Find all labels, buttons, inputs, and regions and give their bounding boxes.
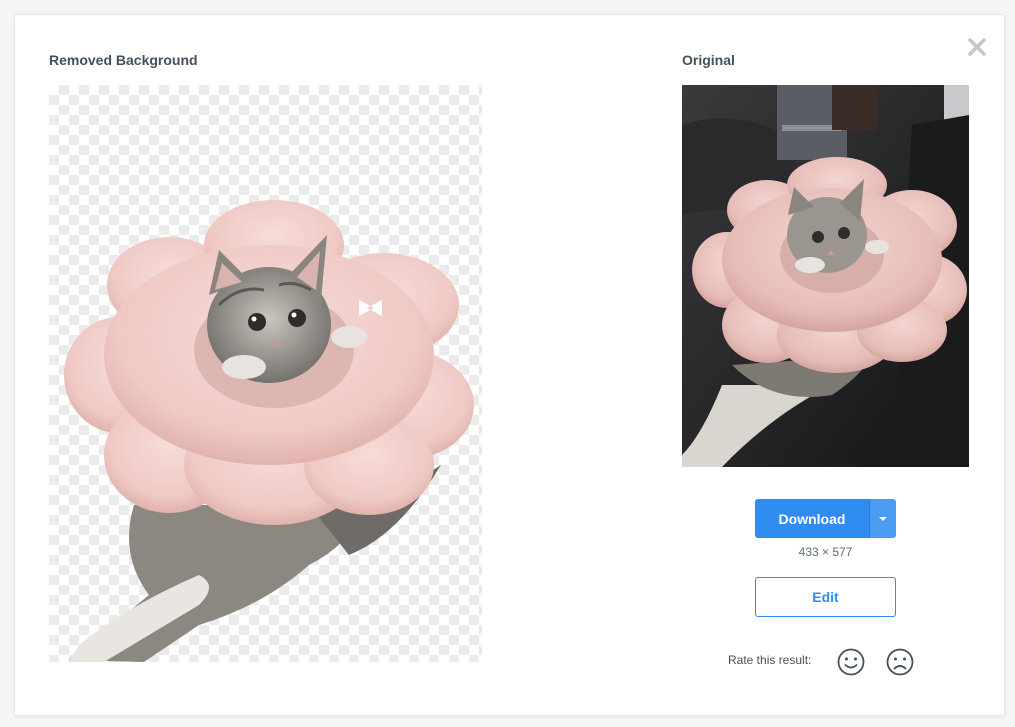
result-modal: Removed Background Original Download 433… (14, 14, 1005, 716)
original-image (682, 85, 969, 467)
original-preview (682, 85, 969, 467)
removed-background-title: Removed Background (49, 52, 198, 68)
original-title: Original (682, 52, 735, 68)
smile-icon[interactable] (836, 647, 866, 677)
image-dimensions: 433 × 577 (798, 545, 853, 559)
edit-button[interactable]: Edit (755, 577, 896, 617)
download-button-group: Download (755, 499, 896, 538)
close-icon[interactable] (966, 36, 988, 58)
removed-background-preview (49, 85, 482, 662)
cutout-image (64, 200, 474, 662)
chevron-down-icon[interactable] (869, 499, 896, 538)
frown-icon[interactable] (885, 647, 915, 677)
download-button[interactable]: Download (755, 499, 869, 538)
rate-label: Rate this result: (728, 653, 812, 667)
